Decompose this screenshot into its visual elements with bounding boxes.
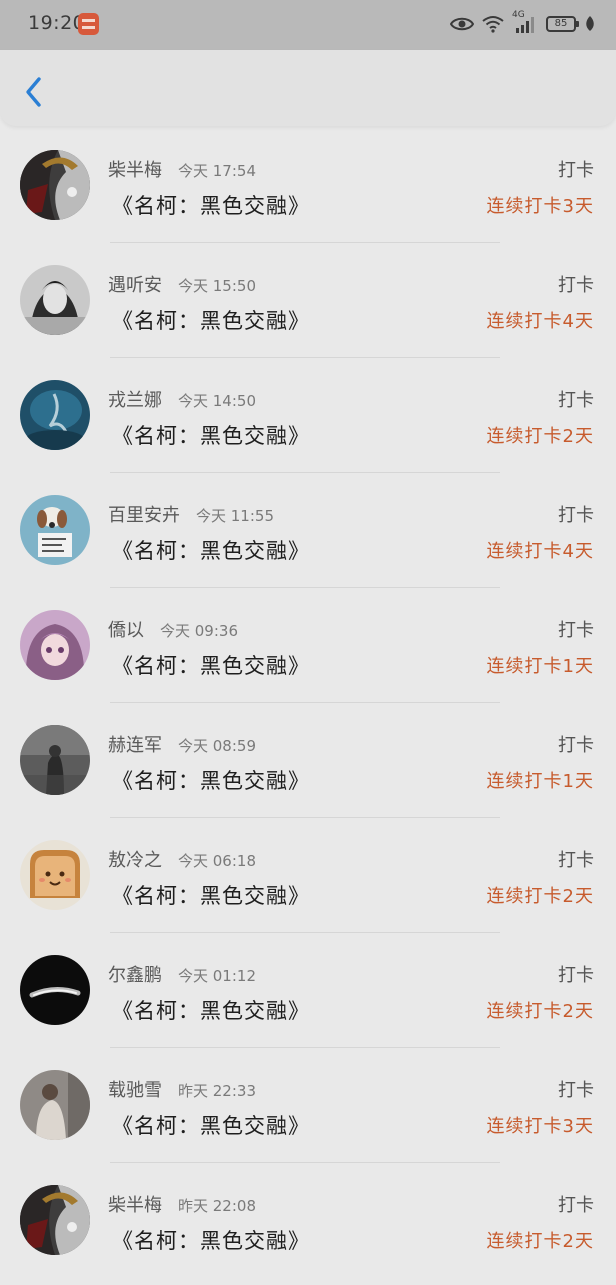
streak-text: 连续打卡4天 <box>486 311 594 332</box>
divider <box>110 357 500 358</box>
divider <box>110 1162 500 1163</box>
divider <box>110 472 500 473</box>
checkin-time: 今天 06:18 <box>178 852 256 870</box>
user-name: 柴半梅 今天 17:54 <box>108 160 256 181</box>
streak-text: 连续打卡2天 <box>486 1001 594 1022</box>
wifi-icon <box>482 16 504 33</box>
eye-icon <box>450 17 474 31</box>
divider <box>110 702 500 703</box>
user-name: 柴半梅 昨天 22:08 <box>108 1195 256 1216</box>
avatar[interactable] <box>20 840 90 910</box>
chevron-left-icon <box>26 77 41 107</box>
list-item[interactable]: 赫连军 今天 08:59 《名柯：黑色交融》 打卡 连续打卡1天 <box>0 710 616 825</box>
status-bar: 19:20 4G 85 <box>0 0 616 50</box>
checkin-label: 打卡 <box>558 850 594 871</box>
list-item[interactable]: 柴半梅 今天 17:54 《名柯：黑色交融》 打卡 连续打卡3天 <box>0 135 616 250</box>
list-item[interactable]: 尔鑫鹏 今天 01:12 《名柯：黑色交融》 打卡 连续打卡2天 <box>0 940 616 1055</box>
avatar[interactable] <box>20 955 90 1025</box>
divider <box>110 817 500 818</box>
checkin-label: 打卡 <box>558 620 594 641</box>
divider <box>110 242 500 243</box>
signal-icon <box>516 17 534 33</box>
book-title[interactable]: 《名柯：黑色交融》 <box>112 650 310 680</box>
book-title[interactable]: 《名柯：黑色交融》 <box>112 305 310 335</box>
checkin-time: 昨天 22:33 <box>178 1082 256 1100</box>
streak-text: 连续打卡3天 <box>486 1116 594 1137</box>
app-notification-icon <box>78 13 99 35</box>
avatar[interactable] <box>20 495 90 565</box>
header-bar <box>0 50 616 126</box>
checkin-label: 打卡 <box>558 1195 594 1216</box>
book-title[interactable]: 《名柯：黑色交融》 <box>112 1110 310 1140</box>
checkin-time: 今天 01:12 <box>178 967 256 985</box>
streak-text: 连续打卡2天 <box>486 426 594 447</box>
avatar[interactable] <box>20 610 90 680</box>
streak-text: 连续打卡3天 <box>486 196 594 217</box>
checkin-label: 打卡 <box>558 160 594 181</box>
book-title[interactable]: 《名柯：黑色交融》 <box>112 1225 310 1255</box>
user-name: 敖冷之 今天 06:18 <box>108 850 256 871</box>
checkin-time: 今天 15:50 <box>178 277 256 295</box>
user-name: 遇听安 今天 15:50 <box>108 275 256 296</box>
checkin-time: 今天 09:36 <box>160 622 238 640</box>
streak-text: 连续打卡1天 <box>486 771 594 792</box>
avatar[interactable] <box>20 380 90 450</box>
book-title[interactable]: 《名柯：黑色交融》 <box>112 420 310 450</box>
streak-text: 连续打卡1天 <box>486 656 594 677</box>
checkin-label: 打卡 <box>558 275 594 296</box>
avatar[interactable] <box>20 265 90 335</box>
user-name: 僑以 今天 09:36 <box>108 620 238 641</box>
user-name: 赫连军 今天 08:59 <box>108 735 256 756</box>
book-title[interactable]: 《名柯：黑色交融》 <box>112 190 310 220</box>
list-item[interactable]: 遇听安 今天 15:50 《名柯：黑色交融》 打卡 连续打卡4天 <box>0 250 616 365</box>
checkin-label: 打卡 <box>558 505 594 526</box>
list-item[interactable]: 戎兰娜 今天 14:50 《名柯：黑色交融》 打卡 连续打卡2天 <box>0 365 616 480</box>
book-title[interactable]: 《名柯：黑色交融》 <box>112 995 310 1025</box>
user-name: 戎兰娜 今天 14:50 <box>108 390 256 411</box>
user-name: 尔鑫鹏 今天 01:12 <box>108 965 256 986</box>
user-name: 百里安卉 今天 11:55 <box>108 505 274 526</box>
checkin-label: 打卡 <box>558 390 594 411</box>
list-item[interactable]: 百里安卉 今天 11:55 《名柯：黑色交融》 打卡 连续打卡4天 <box>0 480 616 595</box>
avatar[interactable] <box>20 150 90 220</box>
divider <box>110 1047 500 1048</box>
streak-text: 连续打卡2天 <box>486 886 594 907</box>
list-item[interactable]: 载驰雪 昨天 22:33 《名柯：黑色交融》 打卡 连续打卡3天 <box>0 1055 616 1170</box>
streak-text: 连续打卡4天 <box>486 541 594 562</box>
checkin-time: 今天 08:59 <box>178 737 256 755</box>
checkin-label: 打卡 <box>558 965 594 986</box>
user-name: 载驰雪 昨天 22:33 <box>108 1080 256 1101</box>
status-time: 19:20 <box>28 12 86 34</box>
leaf-icon <box>586 16 594 31</box>
book-title[interactable]: 《名柯：黑色交融》 <box>112 880 310 910</box>
book-title[interactable]: 《名柯：黑色交融》 <box>112 535 310 565</box>
checkin-time: 今天 17:54 <box>178 162 256 180</box>
checkin-list: 柴半梅 今天 17:54 《名柯：黑色交融》 打卡 连续打卡3天 遇听安 今天 15… <box>0 135 616 1285</box>
streak-text: 连续打卡2天 <box>486 1231 594 1252</box>
checkin-label: 打卡 <box>558 735 594 756</box>
battery-icon: 85 <box>546 16 579 32</box>
checkin-time: 昨天 22:08 <box>178 1197 256 1215</box>
avatar[interactable] <box>20 725 90 795</box>
network-type: 4G <box>512 10 538 34</box>
checkin-label: 打卡 <box>558 1080 594 1101</box>
checkin-time: 今天 14:50 <box>178 392 256 410</box>
list-item[interactable]: 僑以 今天 09:36 《名柯：黑色交融》 打卡 连续打卡1天 <box>0 595 616 710</box>
checkin-time: 今天 11:55 <box>196 507 274 525</box>
list-item[interactable]: 敖冷之 今天 06:18 《名柯：黑色交融》 打卡 连续打卡2天 <box>0 825 616 940</box>
book-title[interactable]: 《名柯：黑色交融》 <box>112 765 310 795</box>
divider <box>110 587 500 588</box>
avatar[interactable] <box>20 1070 90 1140</box>
back-button[interactable] <box>16 74 52 110</box>
list-item[interactable]: 柴半梅 昨天 22:08 《名柯：黑色交融》 打卡 连续打卡2天 <box>0 1170 616 1285</box>
avatar[interactable] <box>20 1185 90 1255</box>
divider <box>110 932 500 933</box>
status-icons: 4G 85 <box>450 10 596 37</box>
